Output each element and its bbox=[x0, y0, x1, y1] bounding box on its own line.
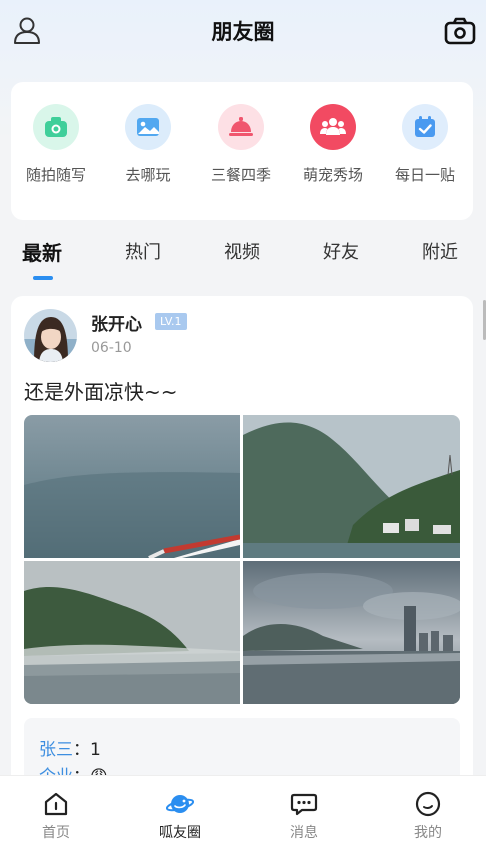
quick-action-pets[interactable]: 萌宠秀场 bbox=[288, 104, 378, 185]
tab-hot[interactable]: 热门 bbox=[125, 238, 161, 264]
nav-friends-circle[interactable]: 呱友圈 bbox=[140, 776, 220, 843]
profile-icon bbox=[415, 791, 441, 817]
comment-text: 1 bbox=[90, 740, 101, 760]
comment-separator: ： bbox=[73, 740, 90, 760]
quick-action-label: 每日一贴 bbox=[394, 166, 455, 184]
quick-action-label: 去哪玩 bbox=[125, 166, 171, 184]
dish-icon bbox=[218, 104, 264, 150]
planet-icon bbox=[166, 795, 194, 813]
camera-icon[interactable] bbox=[444, 17, 476, 45]
quick-action-label: 萌宠秀场 bbox=[302, 166, 363, 184]
tab-video[interactable]: 视频 bbox=[224, 238, 260, 264]
header: 朋友圈 bbox=[0, 0, 486, 64]
post-username[interactable]: 张开心 bbox=[91, 310, 142, 335]
page-title: 朋友圈 bbox=[211, 20, 275, 44]
quick-action-travel[interactable]: 去哪玩 bbox=[103, 104, 193, 185]
tab-friends[interactable]: 好友 bbox=[323, 238, 359, 264]
group-icon bbox=[310, 104, 356, 150]
post-photo[interactable] bbox=[243, 415, 460, 558]
nav-label: 我的 bbox=[414, 825, 442, 841]
post-date: 06-10 bbox=[91, 340, 132, 356]
camera-icon bbox=[33, 104, 79, 150]
quick-actions-card: 随拍随写 去哪玩 三餐四季 萌宠秀场 每日一贴 bbox=[11, 82, 473, 220]
quick-action-label: 随拍随写 bbox=[25, 166, 86, 184]
nav-label: 呱友圈 bbox=[159, 825, 201, 841]
post-card[interactable]: 张开心 LV.1 06-10 还是外面凉快~~ 张三：1 bbox=[11, 296, 473, 796]
comment-item[interactable]: 张三：1 bbox=[39, 735, 101, 760]
feed-tabs: 最新 热门 视频 好友 附近 bbox=[0, 234, 486, 282]
chat-icon bbox=[290, 793, 318, 816]
tab-indicator bbox=[33, 276, 53, 280]
post-photo[interactable] bbox=[24, 561, 240, 704]
post-photo[interactable] bbox=[243, 561, 460, 704]
quick-action-meals[interactable]: 三餐四季 bbox=[196, 104, 286, 185]
quick-action-snap[interactable]: 随拍随写 bbox=[11, 104, 101, 185]
calendar-icon bbox=[402, 104, 448, 150]
comment-author[interactable]: 张三 bbox=[39, 740, 73, 760]
nav-label: 首页 bbox=[42, 825, 70, 841]
nav-messages[interactable]: 消息 bbox=[264, 776, 344, 843]
tab-latest[interactable]: 最新 bbox=[22, 237, 62, 266]
tab-nearby[interactable]: 附近 bbox=[422, 238, 458, 264]
nav-me[interactable]: 我的 bbox=[388, 776, 468, 843]
quick-action-daily[interactable]: 每日一贴 bbox=[380, 104, 470, 185]
photo-grid bbox=[24, 415, 460, 704]
level-badge: LV.1 bbox=[155, 313, 187, 330]
nav-home[interactable]: 首页 bbox=[16, 776, 96, 843]
quick-action-label: 三餐四季 bbox=[210, 166, 271, 184]
post-photo[interactable] bbox=[24, 415, 240, 558]
picture-icon bbox=[125, 104, 171, 150]
nav-label: 消息 bbox=[290, 825, 318, 841]
avatar[interactable] bbox=[24, 309, 77, 362]
post-text: 还是外面凉快~~ bbox=[24, 380, 178, 404]
home-icon bbox=[44, 792, 68, 816]
bottom-nav: 首页 呱友圈 消息 我的 bbox=[0, 775, 486, 843]
